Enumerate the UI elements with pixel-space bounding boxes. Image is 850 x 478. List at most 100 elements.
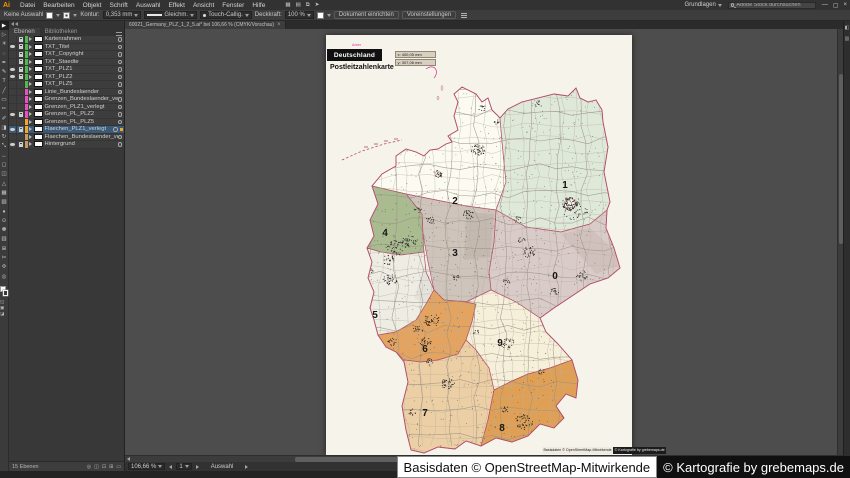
visibility-toggle[interactable]	[9, 126, 17, 133]
fill-color-swatch[interactable]	[46, 12, 53, 19]
line-tool[interactable]: ╱	[0, 86, 9, 95]
lock-toggle[interactable]	[17, 119, 25, 126]
artboard[interactable]: Anker Deutschland Postleitzahlenkarte x:…	[326, 35, 632, 455]
close-tab-icon[interactable]: ×	[277, 22, 281, 28]
lasso-tool[interactable]: ◌	[0, 49, 9, 58]
menu-hilfe[interactable]: Hilfe	[248, 2, 269, 9]
opacity-field[interactable]: 100 %	[285, 11, 314, 19]
slice-tool[interactable]: ✂	[0, 253, 9, 262]
layer-target-icon[interactable]	[118, 60, 123, 65]
workspace-switcher[interactable]: Grundlagen	[684, 2, 721, 8]
visibility-toggle[interactable]	[9, 134, 17, 141]
panel-icon[interactable]: ◧	[845, 25, 850, 31]
zoom-tool[interactable]: ◎	[0, 272, 9, 281]
gradient-tool[interactable]: ▧	[0, 198, 9, 207]
document-setup-button[interactable]: Dokument einrichten	[334, 11, 399, 19]
type-tool[interactable]: T	[0, 77, 9, 86]
lock-toggle[interactable]	[17, 141, 25, 148]
layer-row-Grenzen_Bundeslaender_verlegt[interactable]: Grenzen_Bundeslaender_verlegt	[9, 96, 124, 104]
app-bar-icon-3[interactable]: ➤	[315, 2, 320, 9]
lock-toggle[interactable]	[17, 126, 25, 133]
visibility-toggle[interactable]	[9, 89, 17, 96]
chevron-down-icon[interactable]	[73, 14, 77, 17]
layer-target-icon[interactable]	[118, 120, 123, 125]
minimize-button[interactable]: —	[822, 2, 828, 9]
layer-row-Grenzen_PLZ1_verlegt[interactable]: Grenzen_PLZ1_verlegt	[9, 104, 124, 112]
lock-toggle[interactable]	[17, 104, 25, 111]
toolbar-mode-icon-1[interactable]: ▣	[0, 305, 4, 310]
layer-row-Flaechen_Bundeslaender_verlegt[interactable]: Flaechen_Bundeslaender_verlegt	[9, 134, 124, 142]
visibility-toggle[interactable]	[9, 111, 17, 118]
layers-footer-icon-0[interactable]: ◎	[87, 464, 91, 470]
width-tool[interactable]: ↔	[0, 151, 9, 160]
menu-ansicht[interactable]: Ansicht	[189, 2, 218, 9]
rectangle-tool[interactable]: ▭	[0, 95, 9, 104]
shape-builder-tool[interactable]: ◫	[0, 170, 9, 179]
menu-bearbeiten[interactable]: Bearbeiten	[39, 2, 78, 9]
disclosure-triangle-icon[interactable]	[29, 45, 32, 49]
layer-target-icon[interactable]	[118, 97, 123, 102]
direct-selection-tool[interactable]: ▷	[0, 30, 9, 39]
more-options-icon[interactable]	[461, 13, 467, 18]
layer-target-icon[interactable]	[113, 127, 118, 132]
style-swatch[interactable]	[317, 12, 324, 19]
layer-target-icon[interactable]	[118, 142, 123, 147]
eyedropper-tool[interactable]: ♦	[0, 207, 9, 216]
layer-target-icon[interactable]	[118, 52, 123, 57]
symbol-sprayer-tool[interactable]: ✽	[0, 226, 9, 235]
stroke-profile-select[interactable]: Gleichm.	[144, 11, 197, 19]
lock-toggle[interactable]	[17, 81, 25, 88]
disclosure-triangle-icon[interactable]	[29, 90, 32, 94]
rotate-tool[interactable]: ↻	[0, 133, 9, 142]
stroke-color-swatch[interactable]	[63, 12, 70, 19]
lock-toggle[interactable]	[17, 66, 25, 73]
tab-bibliotheken[interactable]: Bibliotheken	[40, 28, 83, 36]
chevron-down-icon[interactable]	[56, 14, 60, 17]
layer-row-Hintergrund[interactable]: Hintergrund	[9, 141, 124, 149]
layer-row-TXT_Titel[interactable]: TXT_Titel	[9, 44, 124, 52]
disclosure-triangle-icon[interactable]	[29, 112, 32, 116]
layer-row-Flaechen_PLZ1_verlegt[interactable]: Flaechen_PLZ1_verlegt	[9, 126, 124, 134]
disclosure-triangle-icon[interactable]	[29, 120, 32, 124]
layer-target-icon[interactable]	[118, 67, 123, 72]
lock-toggle[interactable]	[17, 59, 25, 66]
artboard-select[interactable]: 1	[176, 463, 191, 470]
layers-footer-icon-4[interactable]: ▭	[116, 464, 121, 470]
layer-row-TXT_PLZ5[interactable]: TXT_PLZ5	[9, 81, 124, 89]
disclosure-triangle-icon[interactable]	[29, 60, 32, 64]
menu-effekt[interactable]: Effekt	[164, 2, 189, 9]
lock-toggle[interactable]	[17, 44, 25, 51]
hand-tool[interactable]: ✣	[0, 263, 9, 272]
perspective-grid-tool[interactable]: △	[0, 179, 9, 188]
next-artboard-icon[interactable]	[196, 465, 199, 469]
visibility-toggle[interactable]	[9, 66, 17, 73]
zoom-level-select[interactable]: 106,66 %	[128, 463, 165, 470]
visibility-toggle[interactable]	[9, 51, 17, 58]
disclosure-triangle-icon[interactable]	[29, 105, 32, 109]
stroke-swatch[interactable]	[3, 290, 9, 296]
layers-footer-icon-3[interactable]: ⊞	[109, 464, 113, 470]
lock-toggle[interactable]	[17, 89, 25, 96]
selection-tool[interactable]: ▶	[0, 21, 9, 30]
collapse-panel-icon[interactable]	[11, 22, 14, 26]
layer-row-TXT_PLZ1[interactable]: TXT_PLZ1	[9, 66, 124, 74]
layer-row-TXT_Copyright[interactable]: TXT_Copyright	[9, 51, 124, 59]
layers-footer-icon-2[interactable]: ⊡	[102, 464, 106, 470]
disclosure-triangle-icon[interactable]	[29, 82, 32, 86]
layer-target-icon[interactable]	[118, 45, 123, 50]
lock-toggle[interactable]	[17, 111, 25, 118]
layer-target-icon[interactable]	[118, 82, 123, 87]
blend-tool[interactable]: ⊙	[0, 216, 9, 225]
tab-ebenen[interactable]: Ebenen	[9, 28, 40, 36]
close-button[interactable]: ×	[843, 2, 847, 9]
visibility-toggle[interactable]	[9, 44, 17, 51]
status-flyout-icon[interactable]	[245, 465, 248, 469]
layer-target-icon[interactable]	[118, 90, 123, 95]
layer-target-icon[interactable]	[118, 37, 123, 42]
toolbar-mode-icon-0[interactable]: ◱	[0, 299, 4, 304]
visibility-toggle[interactable]	[9, 81, 17, 88]
layer-row-Grenzen_PL_PLZ2[interactable]: Grenzen_PL_PLZ2	[9, 111, 124, 119]
app-bar-icon-1[interactable]: ▤	[296, 2, 301, 9]
disclosure-triangle-icon[interactable]	[29, 127, 32, 131]
collapse-panel-icon[interactable]	[15, 22, 18, 26]
